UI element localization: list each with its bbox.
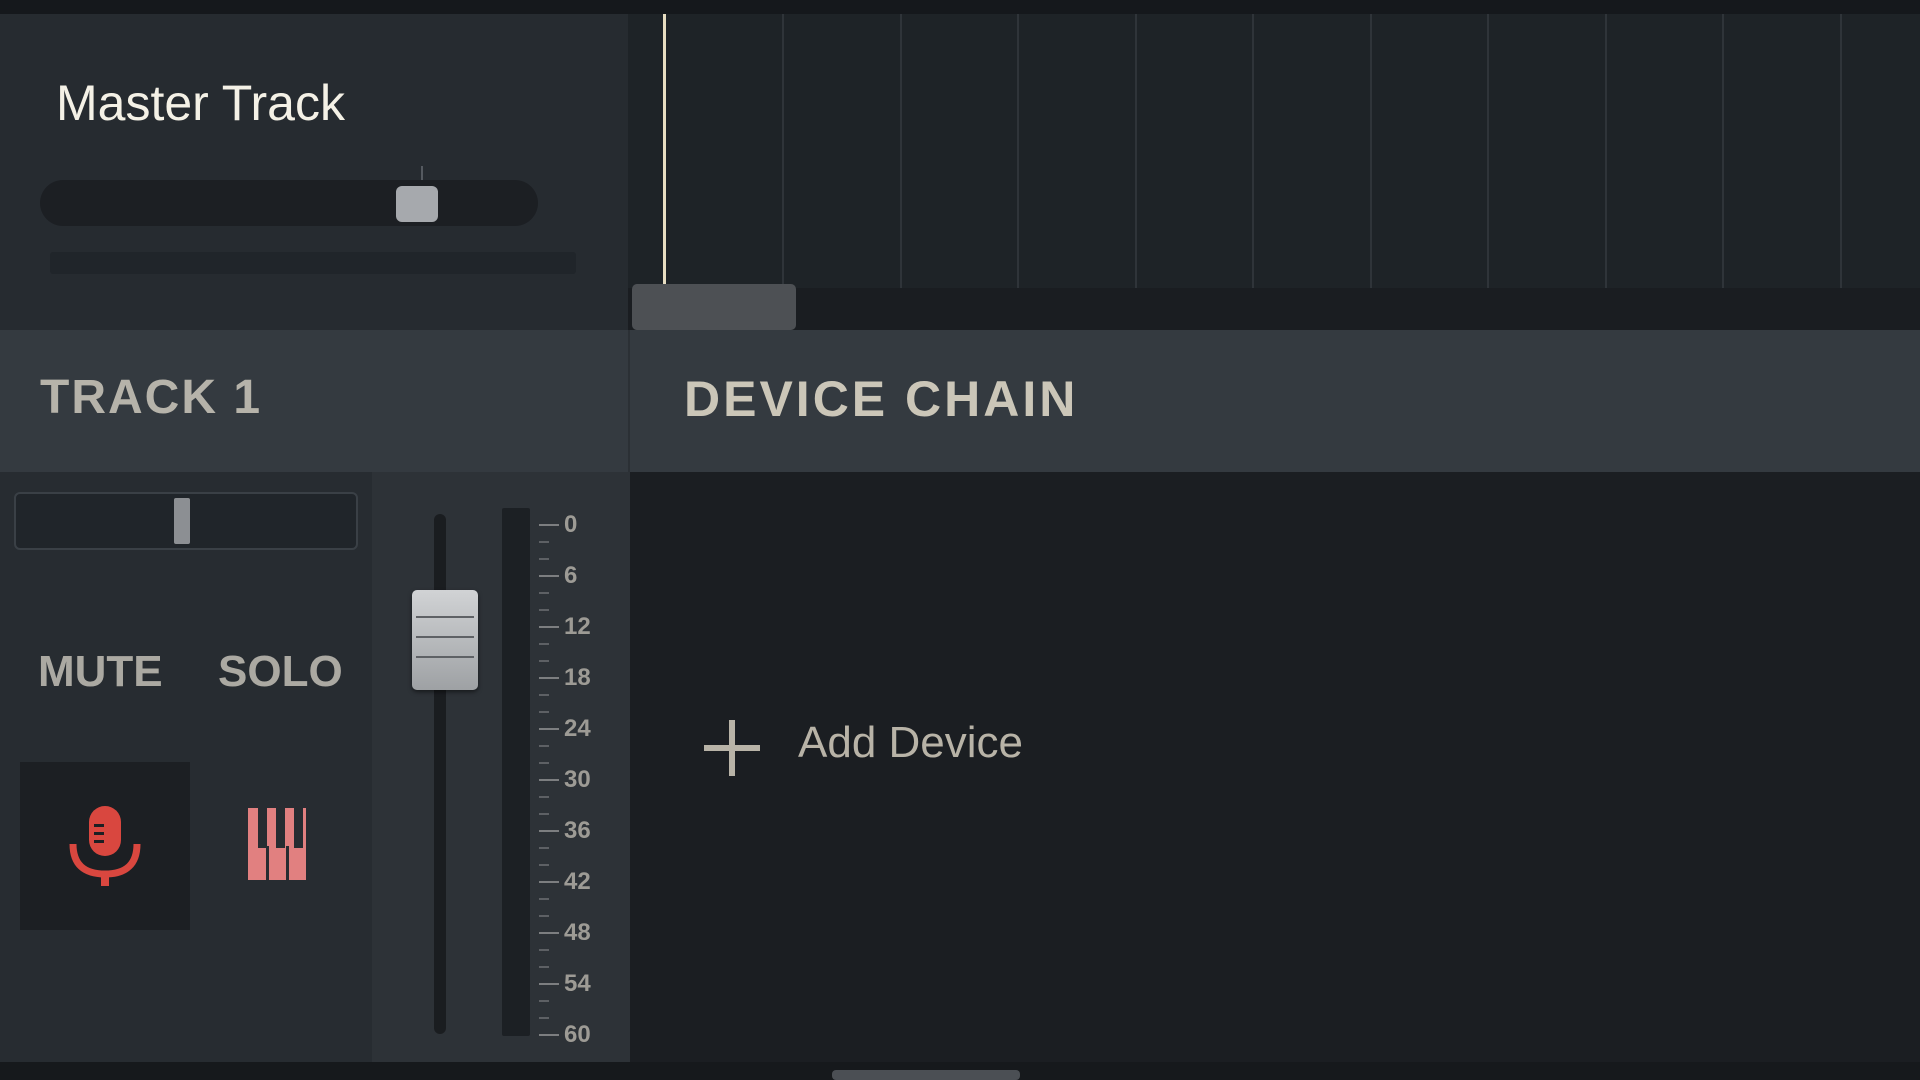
playhead[interactable] bbox=[663, 14, 666, 290]
add-device-label: Add Device bbox=[798, 718, 1024, 767]
volume-fader-handle[interactable] bbox=[412, 590, 478, 690]
meter-scale-label: 60 bbox=[564, 1021, 591, 1048]
device-chain-title: DEVICE CHAIN bbox=[684, 371, 1079, 427]
meter-scale-label: 30 bbox=[564, 766, 591, 793]
horizontal-scrollbar[interactable] bbox=[0, 1062, 1920, 1080]
mute-button[interactable]: MUTE bbox=[38, 642, 163, 702]
master-track-title: Master Track bbox=[56, 75, 345, 131]
meter-scale-tick bbox=[539, 983, 559, 985]
fader-grip-line bbox=[416, 616, 474, 618]
track-fader-area: 0 6 12 18 24 30 36 42 48 54 60 bbox=[372, 472, 630, 1062]
meter-scale-minor-tick bbox=[539, 745, 549, 747]
meter-scale-minor-tick bbox=[539, 864, 549, 866]
timeline-grid-line bbox=[1017, 14, 1019, 330]
record-arm-button[interactable] bbox=[20, 762, 190, 930]
timeline-grid-line bbox=[1487, 14, 1489, 330]
timeline-grid-line bbox=[1252, 14, 1254, 330]
meter-scale-minor-tick bbox=[539, 711, 549, 713]
instrument-button[interactable] bbox=[246, 806, 310, 886]
solo-button[interactable]: SOLO bbox=[218, 642, 343, 702]
meter-scale-tick bbox=[539, 626, 559, 628]
meter-scale-minor-tick bbox=[539, 813, 549, 815]
master-volume-slider[interactable] bbox=[40, 166, 538, 226]
meter-scale-label: 6 bbox=[564, 562, 578, 589]
plus-icon bbox=[704, 720, 760, 776]
meter-scale-label: 48 bbox=[564, 919, 591, 946]
meter-scale-label: 24 bbox=[564, 715, 591, 742]
meter-scale-minor-tick bbox=[539, 1000, 549, 1002]
track-pan-thumb[interactable] bbox=[173, 498, 190, 544]
meter-scale-tick bbox=[539, 1034, 559, 1036]
meter-scale-minor-tick bbox=[539, 1017, 549, 1019]
meter-scale-tick bbox=[539, 881, 559, 883]
piano-keys-icon bbox=[248, 808, 306, 880]
meter-scale-label: 42 bbox=[564, 868, 591, 895]
microphone-icon bbox=[69, 806, 141, 886]
meter-scale-label: 18 bbox=[564, 664, 591, 691]
meter-scale-minor-tick bbox=[539, 643, 549, 645]
meter-scale-minor-tick bbox=[539, 915, 549, 917]
meter-scale-minor-tick bbox=[539, 660, 549, 662]
meter-scale-label: 36 bbox=[564, 817, 591, 844]
daw-window: Master Track TRACK 1 DEVICE CHAIN MUTE S… bbox=[0, 0, 1920, 1080]
meter-scale-minor-tick bbox=[539, 592, 549, 594]
master-volume-thumb[interactable] bbox=[395, 186, 438, 222]
meter-scale-minor-tick bbox=[539, 762, 549, 764]
track-name: TRACK 1 bbox=[40, 371, 263, 424]
master-track-panel: Master Track bbox=[0, 14, 628, 330]
meter-scale-label: 0 bbox=[564, 511, 578, 538]
meter-scale-minor-tick bbox=[539, 694, 549, 696]
meter-scale-minor-tick bbox=[539, 541, 549, 543]
timeline-scroll-handle[interactable] bbox=[632, 284, 796, 330]
track-header-row: TRACK 1 DEVICE CHAIN bbox=[0, 330, 1920, 472]
top-strip bbox=[0, 0, 1920, 14]
timeline-grid-line bbox=[782, 14, 784, 330]
arrangement-timeline[interactable] bbox=[628, 14, 1920, 330]
timeline-grid-line bbox=[1134, 14, 1137, 330]
timeline-grid-line bbox=[1604, 14, 1607, 330]
track-level-meter bbox=[502, 508, 530, 1036]
meter-scale-tick bbox=[539, 728, 559, 730]
meter-scale-tick bbox=[539, 575, 559, 577]
horizontal-scrollbar-thumb[interactable] bbox=[832, 1070, 1020, 1080]
header-divider bbox=[628, 330, 630, 472]
track-controls-panel: MUTE SOLO bbox=[0, 472, 372, 1062]
meter-scale-minor-tick bbox=[539, 609, 549, 611]
timeline-grid-line bbox=[1839, 14, 1842, 330]
master-volume-track bbox=[40, 180, 538, 226]
fader-grip-line bbox=[416, 636, 474, 638]
meter-scale-minor-tick bbox=[539, 847, 549, 849]
meter-scale-label: 12 bbox=[564, 613, 591, 640]
meter-scale-tick bbox=[539, 830, 559, 832]
timeline-ruler bbox=[628, 288, 1920, 330]
timeline-grid-line bbox=[1722, 14, 1724, 330]
meter-scale-minor-tick bbox=[539, 966, 549, 968]
meter-scale-tick bbox=[539, 932, 559, 934]
meter-scale-minor-tick bbox=[539, 796, 549, 798]
fader-grip-line bbox=[416, 656, 474, 658]
meter-scale-minor-tick bbox=[539, 949, 549, 951]
meter-scale-tick bbox=[539, 524, 559, 526]
meter-scale-label: 54 bbox=[564, 970, 591, 997]
meter-scale-tick bbox=[539, 779, 559, 781]
meter-scale-tick bbox=[539, 677, 559, 679]
meter-scale-minor-tick bbox=[539, 898, 549, 900]
master-level-meter bbox=[50, 252, 576, 274]
meter-scale-minor-tick bbox=[539, 558, 549, 560]
timeline-grid-line bbox=[1369, 14, 1372, 330]
device-chain-area: Add Device bbox=[630, 472, 1920, 1062]
track-pan-slider[interactable] bbox=[14, 492, 358, 550]
timeline-grid-line bbox=[899, 14, 902, 330]
